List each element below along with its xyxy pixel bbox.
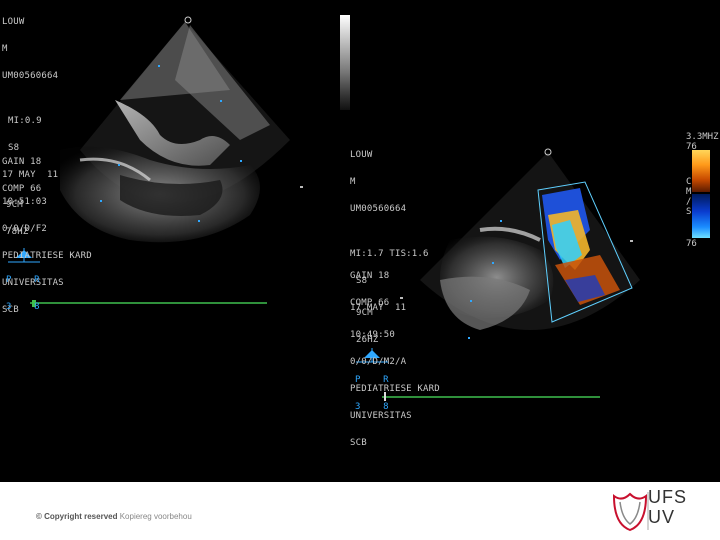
- left-depth-line: 78HZ: [6, 227, 29, 237]
- left-info-line: M: [2, 44, 8, 54]
- copyright-notice: © Copyright reserved Kopiereg voorbehou: [36, 512, 192, 521]
- left-info-line: UM00560664: [2, 71, 59, 81]
- color-scale-letter: /: [686, 197, 692, 207]
- right-orient-line: 3 8: [355, 402, 389, 412]
- color-scale-freq: 3.3MHZ: [686, 132, 719, 142]
- color-scale-letter: M: [686, 187, 692, 197]
- left-info-line: LOUW: [2, 17, 25, 27]
- color-bar-reverse: [692, 194, 710, 238]
- grayscale-bar: [340, 15, 350, 110]
- left-gain-line: GAIN 18: [2, 157, 42, 167]
- right-info-line: SCB: [350, 438, 367, 448]
- right-depth-readout: 9CM 26HZ: [356, 291, 378, 363]
- ultrasound-display: LOUW M UM00560664 MI:0.9 S8 17 MAY 11 10…: [0, 0, 720, 482]
- color-bar-forward: [692, 150, 710, 192]
- left-orientation-readout: P R 3 8: [6, 258, 40, 330]
- logo-text-uv: UV: [648, 507, 676, 527]
- footer: © Copyright reserved Kopiereg voorbehou …: [0, 482, 720, 540]
- left-info-line: MI:0.9: [8, 116, 42, 126]
- copyright-bold: © Copyright reserved: [36, 512, 118, 521]
- color-scale-letter: S: [686, 207, 692, 217]
- left-depth-line: 9CM: [6, 200, 23, 210]
- logo-text-ufs: UFS: [648, 487, 687, 507]
- right-orientation-readout: P R 3 8: [355, 358, 389, 430]
- right-info-line: M: [350, 177, 356, 187]
- left-depth-readout: 9CM 78HZ: [6, 183, 28, 255]
- right-orient-line: P R: [355, 375, 389, 385]
- left-orient-line: 3 8: [6, 302, 40, 312]
- left-orient-line: P R: [6, 275, 40, 285]
- right-depth-line: 9CM: [356, 308, 373, 318]
- color-velocity-bar: [692, 150, 710, 238]
- color-scale-bottom-value: 76: [686, 239, 697, 249]
- right-gain-line: GAIN 18: [350, 271, 390, 281]
- right-info-line: UM00560664: [350, 204, 407, 214]
- color-scale-letter: C: [686, 177, 692, 187]
- right-depth-line: 26HZ: [356, 335, 379, 345]
- copyright-rest: Kopiereg voorbehou: [117, 512, 192, 521]
- left-echo-sector: [60, 16, 303, 243]
- right-info-line: LOUW: [350, 150, 373, 160]
